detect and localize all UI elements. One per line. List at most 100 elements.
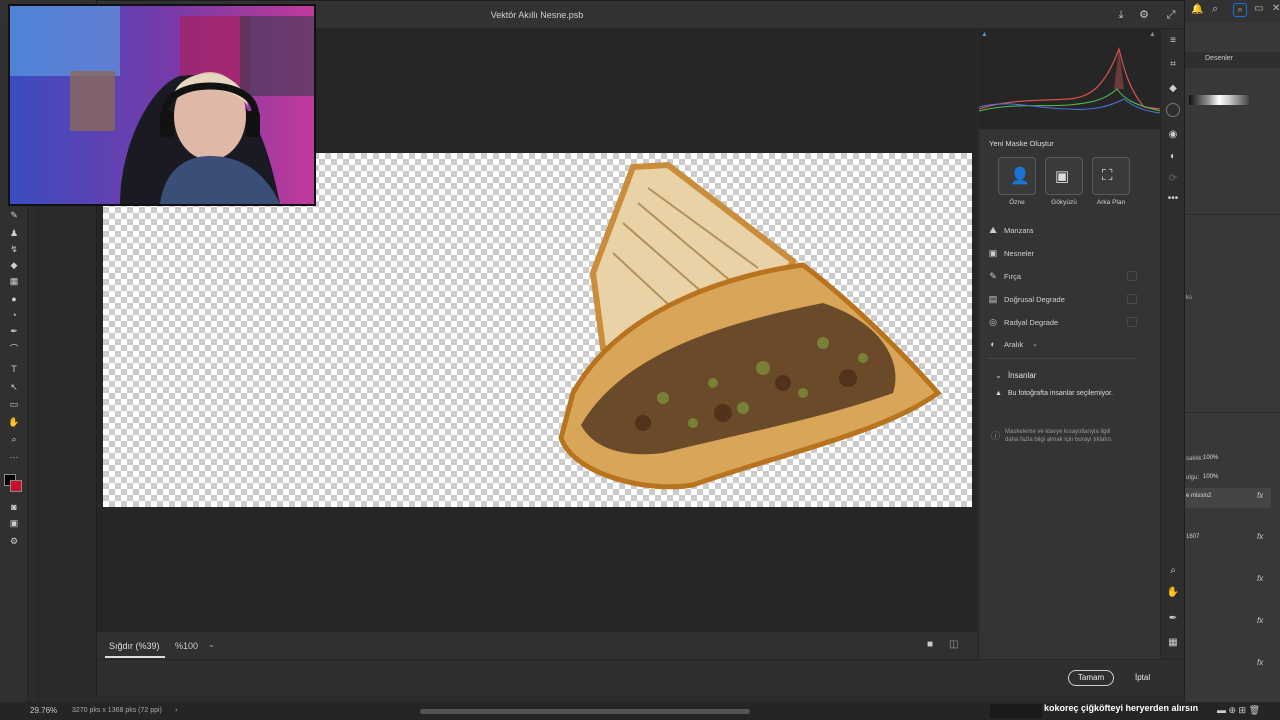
background-label: Arka Plan bbox=[1096, 199, 1126, 206]
brush-tool-icon[interactable]: ✎ bbox=[6, 208, 22, 222]
linear-gradient-icon: ▤ bbox=[988, 294, 998, 304]
quick-mask-icon[interactable]: ◙ bbox=[6, 500, 22, 514]
fx-icon[interactable]: fx bbox=[1257, 658, 1263, 667]
fx-icon[interactable]: fx bbox=[1257, 491, 1263, 500]
sampler-icon[interactable]: ✒ bbox=[1165, 611, 1181, 627]
ps-bottom-icons[interactable]: ▬ ⊕ ⊞ 🗑 bbox=[1217, 705, 1260, 716]
landscape-icon: ⛰ bbox=[989, 225, 997, 235]
crop-icon[interactable]: ⌗ bbox=[1165, 57, 1181, 73]
discover-icon[interactable]: ⌕ bbox=[1233, 3, 1247, 17]
more-tools-icon[interactable]: ··· bbox=[6, 450, 22, 464]
subject-mask-button[interactable]: 👤 bbox=[998, 157, 1036, 195]
chevron-down-icon: ⌄ bbox=[995, 371, 1002, 380]
option-label: Fırça bbox=[1004, 272, 1022, 281]
zoom-tool-icon[interactable]: ⌕ bbox=[6, 432, 22, 446]
layer-row-selected[interactable]: e missin2 fx bbox=[1185, 488, 1271, 508]
edit-sliders-icon[interactable]: ≡ bbox=[1165, 33, 1181, 49]
mask-option-landscape[interactable]: ⛰ Manzara bbox=[987, 223, 1137, 239]
sandwich-image bbox=[558, 161, 942, 490]
people-section-header[interactable]: ⌄ İnsanlar bbox=[995, 371, 1036, 380]
rectangle-tool-icon[interactable]: ▭ bbox=[6, 397, 22, 411]
ok-button[interactable]: Tamam bbox=[1068, 670, 1114, 686]
bell-icon[interactable]: 🔔 bbox=[1191, 4, 1203, 15]
hand-tool-icon[interactable]: ✋ bbox=[6, 415, 22, 429]
sky-mask-button[interactable]: ▣ bbox=[1045, 157, 1083, 195]
help-icon[interactable]: ⓘ bbox=[991, 429, 1000, 442]
stamp-tool-icon[interactable]: ♟ bbox=[6, 226, 22, 240]
sync-icon[interactable]: ⟳ bbox=[1165, 171, 1181, 187]
mask-option-radial-gradient[interactable]: ◎ Radyal Degrade bbox=[987, 315, 1137, 331]
sky-icon: ▣ bbox=[1055, 168, 1070, 185]
highlight-clip-icon[interactable]: ▲ bbox=[1149, 31, 1156, 38]
history-brush-icon[interactable]: ↯ bbox=[6, 242, 22, 256]
cancel-button[interactable]: İptal bbox=[1135, 673, 1150, 682]
mask-option-range[interactable]: ◐ Aralık ⌄ bbox=[987, 337, 1137, 353]
shadow-clip-icon[interactable]: ▲ bbox=[981, 31, 988, 38]
chevron-down-icon[interactable]: ⌄ bbox=[1032, 340, 1038, 348]
gradient-tool-icon[interactable]: ▦ bbox=[6, 274, 22, 288]
heal-icon[interactable]: ◆ bbox=[1165, 81, 1181, 97]
single-view-icon[interactable]: ■ bbox=[927, 639, 933, 650]
edit-panel: ▲ ▲ Yeni Maske Oluştur 👤 Özne ▣ Gökyüzü … bbox=[978, 29, 1162, 659]
transparent-canvas[interactable] bbox=[103, 153, 972, 507]
zoom-level[interactable]: 29.76% bbox=[30, 706, 57, 715]
mask-option-objects[interactable]: ▣ Nesneler bbox=[987, 246, 1137, 262]
gear-icon[interactable]: ⚙ bbox=[1136, 7, 1152, 23]
mask-option-brush[interactable]: ✎ Fırça bbox=[987, 269, 1137, 285]
fx-icon[interactable]: fx bbox=[1257, 574, 1263, 583]
people-warning: ▲ Bu fotoğrafta insanlar seçilemiyor. bbox=[995, 390, 1113, 397]
background-color-swatch[interactable] bbox=[10, 480, 22, 492]
option-label: Nesneler bbox=[1004, 249, 1035, 258]
canvas-bottom-bar: Sığdır (%39) %100 ⌄ ■ ◫ bbox=[97, 631, 977, 659]
layer-name[interactable]: 1607 bbox=[1186, 534, 1199, 540]
opacity-label: saklık: bbox=[1186, 456, 1204, 462]
person-icon: 👤 bbox=[1010, 168, 1030, 185]
fill-value[interactable]: 100% bbox=[1203, 474, 1218, 480]
background-mask-button[interactable]: ⛶ bbox=[1092, 157, 1130, 195]
layer-name: e missin2 bbox=[1186, 493, 1212, 499]
workspace-icon[interactable]: ▭ bbox=[1254, 3, 1263, 14]
before-after-icon[interactable]: ◫ bbox=[949, 639, 958, 650]
help-link[interactable]: Maskeleme ve klavye kısayollarıyla ilgil… bbox=[1005, 428, 1113, 444]
blur-tool-icon[interactable]: ● bbox=[6, 292, 22, 306]
more-icon[interactable]: ••• bbox=[1165, 191, 1181, 207]
pen-tool-icon[interactable]: ✒ bbox=[6, 324, 22, 338]
mask-option-linear-gradient[interactable]: ▤ Doğrusal Degrade bbox=[987, 292, 1137, 308]
opacity-value[interactable]: 100% bbox=[1203, 455, 1218, 461]
webcam-feed bbox=[10, 6, 314, 204]
pattern-swatches[interactable] bbox=[1189, 95, 1249, 105]
edit-toolbar-icon[interactable]: ⚙ bbox=[6, 534, 22, 548]
dodge-tool-icon[interactable]: ◔ bbox=[6, 308, 22, 322]
search-icon[interactable]: ⌕ bbox=[1212, 3, 1218, 16]
save-icon[interactable]: ⤓ bbox=[1113, 7, 1129, 23]
presets-icon[interactable]: ◐ bbox=[1165, 149, 1181, 165]
subject-label: Özne bbox=[1009, 199, 1025, 206]
fullscreen-icon[interactable]: ⤢ bbox=[1163, 7, 1179, 23]
horizontal-scrollbar[interactable] bbox=[420, 709, 750, 714]
help-text-line-1: Maskeleme ve klavye kısayollarıyla ilgil… bbox=[1005, 429, 1111, 435]
fx-icon[interactable]: fx bbox=[1257, 532, 1263, 541]
dialog-footer: Tamam İptal bbox=[97, 659, 1184, 695]
mask-create-panel: Yeni Maske Oluştur 👤 Özne ▣ Gökyüzü ⛶ Ar… bbox=[979, 129, 1161, 659]
path-select-icon[interactable]: ↖ bbox=[6, 380, 22, 394]
hand-icon[interactable]: ✋ bbox=[1165, 585, 1181, 601]
fx-icon[interactable]: fx bbox=[1257, 616, 1263, 625]
zoom-fit-button[interactable]: Sığdır (%39) bbox=[109, 641, 160, 651]
option-label: Manzara bbox=[1004, 226, 1034, 235]
chevron-right-icon[interactable]: › bbox=[175, 705, 178, 714]
grid-icon[interactable]: ▦ bbox=[1165, 635, 1181, 651]
screen-mode-icon[interactable]: ▣ bbox=[6, 516, 22, 530]
type-tool-icon[interactable]: T bbox=[6, 362, 22, 376]
warning-text: Bu fotoğrafta insanlar seçilemiyor. bbox=[1007, 390, 1113, 397]
pen-tool-icon-2[interactable]: ⌒ bbox=[6, 342, 22, 356]
tab-patterns[interactable]: Desenler bbox=[1205, 55, 1233, 62]
close-icon[interactable]: ✕ bbox=[1272, 3, 1280, 14]
chevron-down-icon[interactable]: ⌄ bbox=[208, 640, 215, 649]
zoom-percent-button[interactable]: %100 bbox=[175, 641, 198, 651]
zoom-icon[interactable]: ⌕ bbox=[1165, 563, 1181, 579]
red-eye-icon[interactable]: ◉ bbox=[1165, 127, 1181, 143]
active-tab-underline bbox=[105, 656, 165, 658]
masking-icon[interactable] bbox=[1166, 103, 1180, 117]
range-icon: ◐ bbox=[990, 339, 996, 349]
eraser-tool-icon[interactable]: ◆ bbox=[6, 258, 22, 272]
